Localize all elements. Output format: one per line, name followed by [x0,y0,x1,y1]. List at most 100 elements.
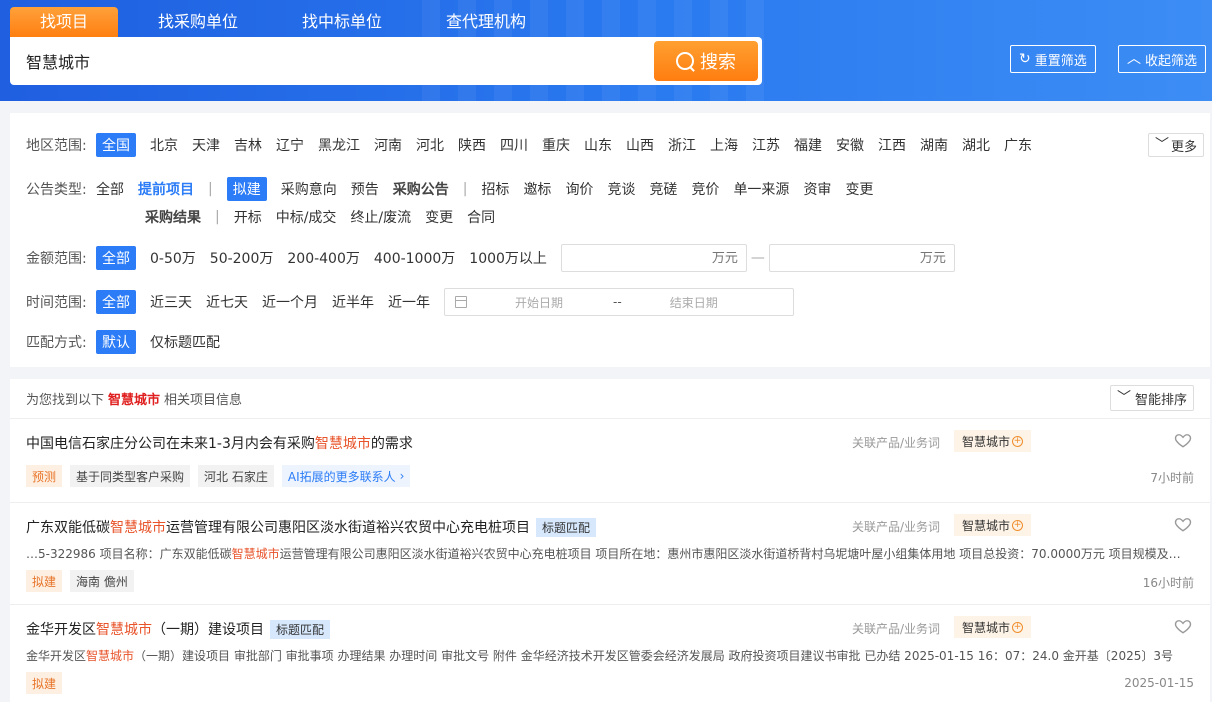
result-title[interactable]: 中国电信石家庄分公司在未来1-3月内会有采购智慧城市的需求 [26,433,413,453]
related-tag[interactable]: 智慧城市 + [954,514,1032,536]
search-button[interactable]: 搜索 [654,41,758,81]
result-item[interactable]: 金华开发区智慧城市（一期）建设项目 标题匹配 关联产品/业务词 智慧城市 + 金华… [10,605,1210,702]
time-option[interactable]: 近七天 [206,292,248,312]
type-option[interactable]: 采购公告 [393,179,449,199]
time-option[interactable]: 全部 [96,290,136,314]
type-option[interactable]: 招标 [481,179,509,199]
ai-contacts-link[interactable]: AI拓展的更多联系人 › [281,465,411,487]
type-option[interactable]: 单一来源 [733,179,789,199]
amount-filter-row: 金额范围: 全部 0-50万 50-200万 200-400万 400-1000… [26,244,955,272]
desc-highlight: 智慧城市 [86,649,135,663]
type-option[interactable]: 拟建 [226,177,267,201]
related-tag[interactable]: 智慧城市 + [954,430,1032,452]
type-option[interactable]: 竞价 [691,179,719,199]
result-title[interactable]: 广东双能低碳智慧城市运营管理有限公司惠阳区淡水街道裕兴农贸中心充电桩项目 标题匹配 [26,517,597,537]
region-option[interactable]: 重庆 [542,135,570,155]
region-option[interactable]: 山东 [584,135,612,155]
type-option[interactable]: 邀标 [523,179,551,199]
title-highlight: 智慧城市 [314,436,371,452]
divider: | [462,181,468,197]
region-option[interactable]: 全国 [96,133,136,157]
result-title[interactable]: 金华开发区智慧城市（一期）建设项目 标题匹配 [26,619,331,639]
ai-contacts-label: AI拓展的更多联系人 [287,469,396,484]
tab-find-agency[interactable]: 查代理机构 [422,7,550,37]
region-option[interactable]: 江苏 [752,135,780,155]
amount-label: 金额范围: [26,251,87,267]
search-icon [676,52,694,70]
type-option[interactable]: 终止/废流 [350,207,411,227]
type-option[interactable]: 采购意向 [281,179,337,199]
type-option[interactable]: 中标/成交 [276,207,337,227]
type-option[interactable]: 开标 [234,207,262,227]
region-option[interactable]: 陕西 [458,135,486,155]
amount-option[interactable]: 0-50万 [150,248,196,268]
heart-icon[interactable] [1174,617,1192,635]
type-option[interactable]: 提前项目 [138,179,194,199]
region-option[interactable]: 福建 [794,135,822,155]
amount-option[interactable]: 1000万以上 [469,248,547,268]
type-option[interactable]: 变更 [845,179,873,199]
tab-find-project[interactable]: 找项目 [10,7,119,37]
region-option[interactable]: 上海 [710,135,738,155]
region-option[interactable]: 山西 [626,135,654,155]
amount-max-input[interactable] [768,244,955,272]
type-option[interactable]: 竞谈 [607,179,635,199]
type-option[interactable]: 资审 [803,179,831,199]
region-option[interactable]: 安徽 [836,135,864,155]
region-option[interactable]: 广东 [1004,135,1032,155]
reset-filter-button[interactable]: ↻ 重置筛选 [1010,45,1096,73]
match-option[interactable]: 仅标题匹配 [150,332,220,352]
tab-find-winner[interactable]: 找中标单位 [278,7,406,37]
search-input[interactable] [16,41,646,81]
tab-find-buyer[interactable]: 找采购单位 [134,7,262,37]
amount-option[interactable]: 200-400万 [287,248,360,268]
title-highlight: 智慧城市 [110,520,166,536]
region-option[interactable]: 湖北 [962,135,990,155]
region-option[interactable]: 天津 [192,135,220,155]
result-item[interactable]: 中国电信石家庄分公司在未来1-3月内会有采购智慧城市的需求 关联产品/业务词 智… [10,419,1210,503]
type-option[interactable]: 合同 [467,207,495,227]
time-option[interactable]: 近半年 [332,292,374,312]
more-regions-button[interactable]: ﹀ 更多 [1147,133,1204,157]
region-option[interactable]: 北京 [150,135,178,155]
amount-option[interactable]: 全部 [96,246,136,270]
type-option[interactable]: 全部 [96,179,124,199]
filter-panel: 地区范围: 全国 北京 天津 吉林 辽宁 黑龙江 河南 河北 陕西 四川 重庆 … [10,113,1210,367]
amount-min-input[interactable] [560,244,747,272]
region-option[interactable]: 湖南 [920,135,948,155]
region-option[interactable]: 江西 [878,135,906,155]
region-option[interactable]: 四川 [500,135,528,155]
amount-option[interactable]: 50-200万 [210,248,274,268]
title-text: 运营管理有限公司惠阳区淡水街道裕兴农贸中心充电桩项目 [166,520,530,536]
type-option[interactable]: 询价 [565,179,593,199]
sort-button[interactable]: ﹀ 智能排序 [1109,385,1194,411]
type-option[interactable]: 预告 [351,179,379,199]
collapse-filter-button[interactable]: ︿ 收起筛选 [1118,45,1207,73]
desc-text: 运营管理有限公司惠阳区淡水街道裕兴农贸中心充电桩项目 项目所在地：惠州市惠阳区淡… [279,547,1181,561]
region-option[interactable]: 河南 [374,135,402,155]
time-option[interactable]: 近一年 [388,292,430,312]
type-option[interactable]: 变更 [425,207,453,227]
publish-time: 2025-01-15 [1124,676,1194,690]
related-tag[interactable]: 智慧城市 + [954,616,1032,638]
related-tag-label: 智慧城市 [962,620,1011,635]
match-option[interactable]: 默认 [96,330,136,354]
region-option[interactable]: 辽宁 [276,135,304,155]
heart-icon[interactable] [1174,431,1192,449]
amount-option[interactable]: 400-1000万 [374,248,455,268]
plus-circle-icon: + [1012,519,1024,531]
date-range-picker[interactable]: 开始日期 -- 结束日期 [444,288,794,316]
type-filter-row-2: 采购结果 | 开标 中标/成交 终止/废流 变更 合同 [145,207,509,227]
region-option[interactable]: 浙江 [668,135,696,155]
heart-icon[interactable] [1174,515,1192,533]
result-item[interactable]: 广东双能低碳智慧城市运营管理有限公司惠阳区淡水街道裕兴农贸中心充电桩项目 标题匹配… [10,503,1210,605]
search-header: 找项目 找采购单位 找中标单位 查代理机构 搜索 ↻ 重置筛选 ︿ 收起筛选 [0,0,1212,101]
type-option[interactable]: 采购结果 [145,207,201,227]
time-option[interactable]: 近三天 [150,292,192,312]
region-option[interactable]: 河北 [416,135,444,155]
publish-time: 7小时前 [1150,471,1194,485]
region-option[interactable]: 黑龙江 [318,135,360,155]
time-option[interactable]: 近一个月 [262,292,318,312]
region-option[interactable]: 吉林 [234,135,262,155]
type-option[interactable]: 竞磋 [649,179,677,199]
